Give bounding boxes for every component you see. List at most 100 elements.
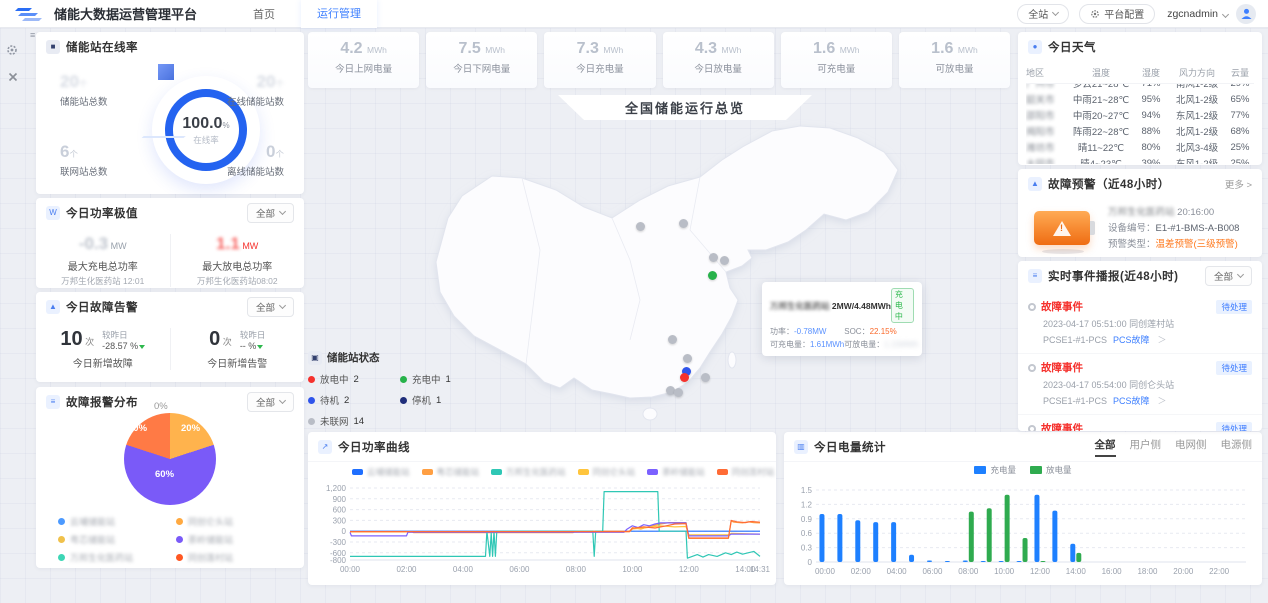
more-link[interactable]: 更多 > [1225,177,1252,191]
energy-tab-2[interactable]: 电网侧 [1175,437,1207,457]
status-dot [308,397,315,404]
event-item[interactable]: 故障事件待处理2023-04-17 05:54:00 同创仑头站PCSE1-#1… [1018,354,1262,415]
legend-swatch [717,469,728,475]
svg-text:10:00: 10:00 [622,565,643,574]
close-x-icon[interactable] [8,72,18,85]
station-dot[interactable] [701,373,710,382]
event-fault-link[interactable]: PCS故障 [1113,335,1150,345]
power-curve-legend: 云埔储能站粤芯储能站万邦生化医药站同创仑头站 茶岭储能站同创莲村站 [308,462,776,478]
chargeable-label: 可充电量： [770,340,810,349]
extreme-value: -0.3 MW [36,234,170,254]
status-legend-item: 充电中1 [400,372,492,386]
status-label: 未联网 [320,414,349,428]
station-dot[interactable] [683,354,692,363]
station-dot[interactable] [720,256,729,265]
username-dropdown[interactable]: zgcnadmin [1167,8,1228,20]
dischargeable-value: 1.15MWh [884,340,918,349]
legend-dot [58,554,65,561]
fault-alarm-filter-dropdown[interactable]: 全部 [247,297,294,317]
stat-label: 可充电量 [781,61,892,75]
legend-station-name: 同创仑头站 [188,515,233,528]
panel-collapse-icon[interactable]: ≡ [30,30,35,40]
event-device: PCSE1-#1-PCS [1043,396,1107,406]
svg-text:900: 900 [333,495,347,504]
curve-legend-item[interactable]: 粤芯储能站 [422,466,480,478]
platform-config-button[interactable]: 平台配置 [1079,4,1155,24]
event-item[interactable]: 故障事件待处理2023-04-17 05:51:00 同创莲村站PCSE1-#1… [1018,293,1262,354]
filter-label: 全部 [256,300,275,314]
pending-badge[interactable]: 待处理 [1216,300,1252,314]
card-station-online-rate: ■ 储能站在线率 100.0% 在线率 20个储能站总数20个在线储能站数6个联… [36,32,304,194]
alarm-distribution-filter-dropdown[interactable]: 全部 [247,392,294,412]
weather-table: 广州市多云21~28℃71%南风1-2级29%韶关市中雨21~28℃95%北风1… [1026,84,1254,164]
card-title: 今日功率曲线 [338,439,410,455]
tab-operation-mgmt[interactable]: 运行管理 [301,0,377,28]
legend-swatch [1030,466,1042,474]
power-extreme-item: -0.3 MW最大充电总功率万邦生化医药站 12:01 [36,234,170,287]
app-logo [14,5,44,23]
energy-tab-3[interactable]: 电源侧 [1221,437,1253,457]
bar-legend-item[interactable]: 放电量 [1030,464,1072,476]
status-legend-item: 未联网14 [308,414,400,428]
curve-legend-item[interactable]: 同创莲村站 [717,466,775,478]
station-dot[interactable] [636,222,645,231]
legend-station-name: 茶岭储能站 [662,466,705,478]
card-alarm-distribution: ≡ 故障报警分布 全部 0% 20% 60% 20% 云埔储能站粤芯储能站万邦生… [36,387,304,568]
curve-legend-item[interactable]: 万邦生化医药站 [491,466,566,478]
weather-cell: 北风3-4级 [1168,140,1226,154]
arrow-right-icon: ＞ [1158,396,1167,406]
fault-alarm-item: 10 次较昨日-28.57 %今日新增故障 [36,328,170,370]
curve-legend-item[interactable]: 云埔储能站 [352,466,410,478]
china-map: 全国储能运行总览 万邦生化医药站 2MW/4.48MWh 充电中 功率：-0.7… [300,88,1012,434]
tab-home[interactable]: 首页 [253,6,275,22]
pie-legend-item: 万邦生化医药站 [58,551,176,564]
svg-text:06:00: 06:00 [509,565,530,574]
extreme-station-time: 万邦生化医药站 12:01 [36,275,170,287]
status-count: 1 [436,395,441,406]
card-title: 今日功率极值 [66,205,138,221]
svg-text:0.6: 0.6 [801,529,813,538]
pie-legend-item: 粤芯储能站 [58,533,176,546]
dischargeable-label: 可放电量： [844,340,884,349]
user-icon [1240,7,1253,20]
pending-badge[interactable]: 待处理 [1216,361,1252,375]
station-dot[interactable] [668,335,677,344]
station-dot[interactable] [680,373,689,382]
energy-stat-card: 7.5 MWh今日下网电量 [426,32,537,88]
event-list: 故障事件待处理2023-04-17 05:51:00 同创莲村站PCSE1-#1… [1018,293,1262,431]
energy-tab-1[interactable]: 用户侧 [1130,437,1162,457]
legend-station-name: 云埔储能站 [70,515,115,528]
site-selector-dropdown[interactable]: 全站 [1017,4,1069,24]
weather-col-header: 云量 [1226,66,1254,79]
bar-legend-item[interactable]: 充电量 [974,464,1016,476]
events-filter-dropdown[interactable]: 全部 [1205,266,1252,286]
extreme-label: 最大放电总功率 [171,258,305,273]
curve-legend-item[interactable]: 同创仑头站 [578,466,636,478]
corner-stat-value: 20个 [60,72,156,92]
energy-stat-card: 7.3 MWh今日充电量 [544,32,655,88]
curve-legend-item[interactable]: 茶岭储能站 [647,466,705,478]
station-dot[interactable] [708,271,717,280]
chevron-down-icon [279,208,286,215]
extreme-value: 1.1 MW [171,234,305,254]
event-item[interactable]: 故障事件待处理2023-04-17 11:15:00 茶岭储能站PCSE1-#2… [1018,415,1262,431]
card-event-feed: ≡ 实时事件播报(近48小时) 全部 故障事件待处理2023-04-17 05:… [1018,261,1262,431]
pending-badge[interactable]: 待处理 [1216,422,1252,432]
warning-type: 温差预警(三级预警) [1156,239,1238,250]
weather-cell: 39% [1134,158,1168,165]
station-dot[interactable] [674,388,683,397]
event-fault-link[interactable]: PCS故障 [1113,396,1150,406]
power-extremes-filter-dropdown[interactable]: 全部 [247,203,294,223]
station-dot[interactable] [679,219,688,228]
avatar[interactable] [1236,4,1256,24]
energy-tab-0[interactable]: 全部 [1095,437,1116,457]
weather-cell: 晴11~22℃ [1068,140,1134,154]
corner-stat-value: 0个 [188,142,284,162]
filter-label: 全部 [256,395,275,409]
station-dot[interactable] [709,253,718,262]
event-time-station: 2023-04-17 05:54:00 同创仑头站 [1043,378,1252,391]
weather-col-header: 风力方向 [1168,66,1226,79]
status-label: 充电中 [412,372,441,386]
settings-gear-icon[interactable] [6,44,18,59]
pie-legend-item: 茶岭储能站 [176,533,294,546]
